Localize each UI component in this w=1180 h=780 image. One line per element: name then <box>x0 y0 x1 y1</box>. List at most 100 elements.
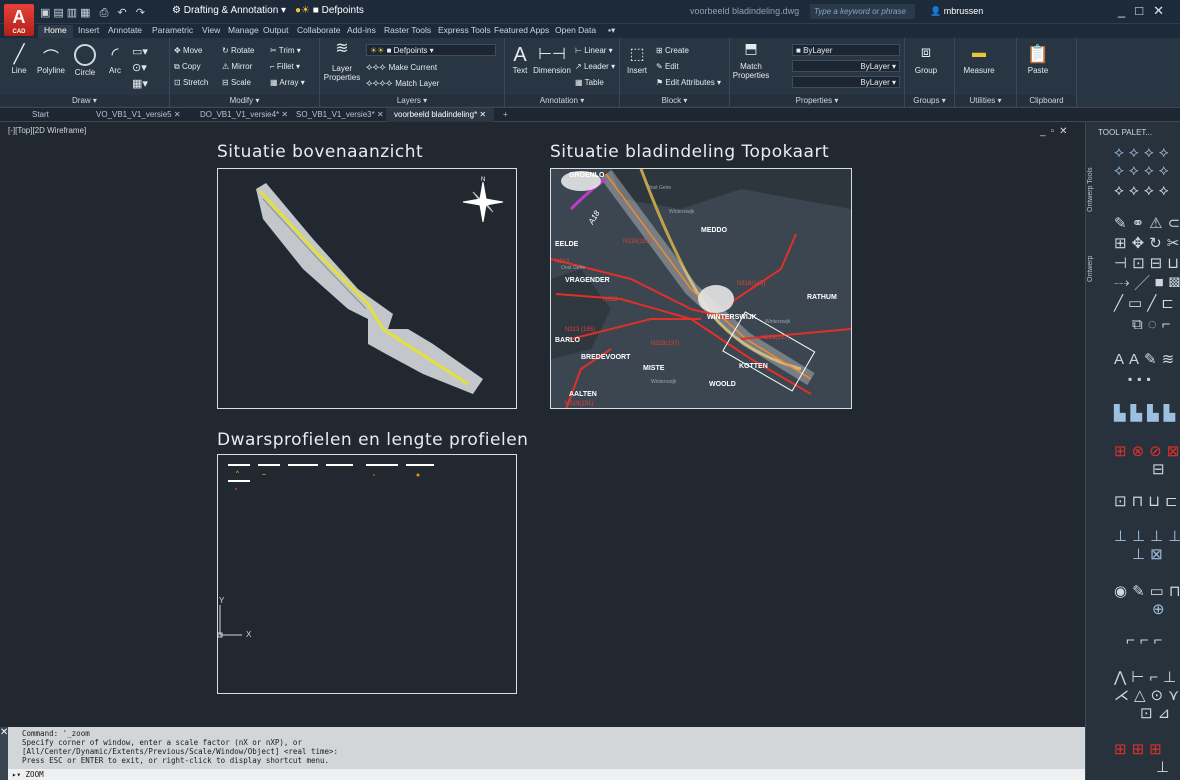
map-town: MEDDO <box>701 227 728 234</box>
palette-row-15[interactable]: ⊥⊠ <box>1132 545 1168 563</box>
trim-button[interactable]: ✂ Trim ▾ <box>270 46 301 55</box>
palette-row-23[interactable]: ⊥ <box>1156 758 1174 776</box>
palette-row-1[interactable]: ⟡⟡⟡⟡ <box>1114 144 1174 161</box>
tab-express-tools[interactable]: Express Tools <box>438 25 491 35</box>
group-button[interactable]: ⧈ Group <box>909 44 943 75</box>
doc-tab-start[interactable]: Start <box>32 110 49 119</box>
create-block-button[interactable]: ⊞ Create <box>656 46 689 55</box>
layer-dropdown[interactable]: ●☀ ■ Defpoints <box>295 5 364 16</box>
leader-button[interactable]: ↗ Leader ▾ <box>575 62 615 71</box>
app-menu-button[interactable]: A CAD <box>4 4 34 36</box>
viewport-label[interactable]: [-][Top][2D Wireframe] <box>8 126 86 135</box>
linear-button[interactable]: ⊢ Linear ▾ <box>575 46 613 55</box>
line-button[interactable]: ╱ Line <box>2 44 36 75</box>
match-layer-button[interactable]: ⟡⟡⟡⟡ Match Layer <box>366 78 439 89</box>
map-municipality: Winterswijk <box>669 209 695 215</box>
workspace-switcher[interactable]: ⚙ Drafting & Annotation ▾ <box>172 5 286 16</box>
tab-featured-apps[interactable]: Featured Apps <box>494 25 549 35</box>
match-properties-button[interactable]: ⬒ Match Properties <box>732 41 770 80</box>
rotate-button[interactable]: ↻ Rotate <box>222 46 255 55</box>
copy-button[interactable]: ⧉ Copy <box>174 62 201 72</box>
edit-attributes-button[interactable]: ⚑ Edit Attributes ▾ <box>656 78 721 87</box>
palette-row-17[interactable]: ⊕ <box>1152 600 1170 618</box>
palette-row-2[interactable]: ⟡⟡⟡⟡ <box>1114 162 1174 179</box>
doc-tab-vo[interactable]: VO_VB1_V1_versie5 ✕ <box>96 110 181 119</box>
layer-tool-icons[interactable]: ⟡⟡⟡ Make Current <box>366 62 437 73</box>
dimension-button[interactable]: ⊢⊣ Dimension <box>533 44 571 75</box>
doc-tab-do[interactable]: DO_VB1_V1_versie4* ✕ <box>200 110 288 119</box>
tab-view[interactable]: View <box>202 25 220 35</box>
palette-row-19[interactable]: ⋀⊢⌐⊥ <box>1114 668 1180 686</box>
new-tab-icon[interactable]: + <box>503 110 508 119</box>
palette-row-9[interactable]: ⧉◌⌐ <box>1132 316 1175 333</box>
doc-tab-so[interactable]: SO_VB1_V1_versie3* ✕ <box>296 110 384 119</box>
lineweight-combo[interactable]: ByLayer ▾ <box>792 76 900 88</box>
palette-row-20[interactable]: ⋌△⊙⋎ <box>1114 686 1180 704</box>
quick-access-icons[interactable]: ▣▤▥▦ ⎙ ↶ ↷ <box>40 6 148 20</box>
palette-row-6[interactable]: ⊣⊡⊟⊔ <box>1114 254 1180 272</box>
draw-more-icons[interactable]: ▭▾ ⊙▾ ▦▾ <box>132 44 148 92</box>
layer-combo[interactable]: ☀☀ ■ Defpoints ▾ <box>366 44 496 56</box>
tab-raster-tools[interactable]: Raster Tools <box>384 25 431 35</box>
palette-row-13[interactable]: ⊡⊓⊔⊏ <box>1114 492 1180 510</box>
palette-row-22[interactable]: ⊞⊞⊞ <box>1114 740 1167 758</box>
drawing-canvas[interactable]: [-][Top][2D Wireframe] _▫✕ Situatie bove… <box>0 122 1085 725</box>
viewport-controls[interactable]: _▫✕ <box>1040 126 1073 137</box>
search-input[interactable]: Type a keyword or phrase <box>810 4 915 19</box>
palette-row-14[interactable]: ⊥⊥⊥⊥ <box>1114 527 1180 545</box>
map-town: WINTERSWIJK <box>707 314 757 321</box>
palette-row-abc[interactable]: ▪▪▪ <box>1128 372 1156 386</box>
command-close-icon[interactable]: ✕ <box>0 727 8 780</box>
palette-row-7[interactable]: ⤏╱■▩ <box>1114 274 1180 291</box>
palette-row-18[interactable]: ⌐⌐⌐ <box>1126 632 1167 649</box>
tab-home[interactable]: Home <box>38 25 73 38</box>
measure-button[interactable]: ▬ Measure <box>959 44 999 75</box>
palette-row-5[interactable]: ⊞✥↻✂ <box>1114 234 1180 252</box>
arc-button[interactable]: ◜ Arc <box>98 44 132 75</box>
tab-output[interactable]: Output <box>263 25 289 35</box>
tab-insert[interactable]: Insert <box>78 25 99 35</box>
paste-button[interactable]: 📋 Paste <box>1021 44 1055 75</box>
edit-block-button[interactable]: ✎ Edit <box>656 62 679 71</box>
tab-parametric[interactable]: Parametric <box>152 25 193 35</box>
palette-row-4[interactable]: ✎⚭⚠⊂ <box>1114 214 1180 232</box>
layer-properties-button[interactable]: ≋ Layer Properties <box>322 41 362 83</box>
palette-row-8[interactable]: ╱▭╱⊏ <box>1114 294 1179 312</box>
palette-row-10[interactable]: ▙▙▙▙ <box>1114 404 1180 422</box>
polyline-button[interactable]: ⌒ Polyline <box>34 44 68 75</box>
insert-button[interactable]: ⬚ Insert <box>622 44 652 75</box>
palette-row-text[interactable]: AA✎≋ <box>1114 350 1179 368</box>
user-account[interactable]: 👤 mbrussen <box>930 6 983 17</box>
color-combo[interactable]: ■ ByLayer <box>792 44 900 56</box>
command-input[interactable]: ▸▾ ZOOM <box>8 769 1085 780</box>
tab-annotate[interactable]: Annotate <box>108 25 142 35</box>
linetype-combo[interactable]: ByLayer ▾ <box>792 60 900 72</box>
palette-row-16[interactable]: ◉✎▭⊓ <box>1114 582 1180 600</box>
frame-profiles: ^ ~ Y X <box>217 454 517 694</box>
array-button[interactable]: ▦ Array ▾ <box>270 78 305 87</box>
tab-overflow-icon[interactable]: ▪▾ <box>608 25 615 36</box>
tool-palette-title: TOOL PALET... <box>1098 128 1153 137</box>
mirror-button[interactable]: ⚠ Mirror <box>222 62 252 71</box>
doc-tab-active[interactable]: voorbeeld bladindeling* ✕ <box>386 108 495 122</box>
fillet-button[interactable]: ⌐ Fillet ▾ <box>270 62 300 71</box>
palette-row-21[interactable]: ⊡⊿ <box>1140 704 1175 722</box>
map-town: EELDE <box>555 241 579 248</box>
tab-manage[interactable]: Manage <box>228 25 259 35</box>
window-controls[interactable]: _□✕ <box>1118 3 1174 19</box>
stretch-button[interactable]: ⊡ Stretch <box>174 78 208 87</box>
quick-access-toolbar: ▣▤▥▦ ⎙ ↶ ↷ ⚙ Drafting & Annotation ▾ ●☀ … <box>0 0 1180 24</box>
table-button[interactable]: ▦ Table <box>575 78 604 87</box>
palette-row-12[interactable]: ⊟ <box>1152 460 1170 478</box>
tab-addins[interactable]: Add-ins <box>347 25 376 35</box>
text-button[interactable]: A Text <box>507 44 533 75</box>
move-button[interactable]: ✥ Move <box>174 46 203 55</box>
palette-tab-ontwerp[interactable]: Ontwerp <box>1087 232 1099 282</box>
palette-row-11[interactable]: ⊞⊗⊘⊠ <box>1114 442 1180 460</box>
circle-button[interactable]: Circle <box>68 44 102 77</box>
palette-tab-ontwerp-tools[interactable]: Ontwerp Tools <box>1087 152 1099 212</box>
tab-collaborate[interactable]: Collaborate <box>297 25 340 35</box>
palette-row-3[interactable]: ⟡⟡⟡⟡ <box>1114 182 1174 199</box>
scale-button[interactable]: ⊟ Scale <box>222 78 251 87</box>
tab-open-data[interactable]: Open Data <box>555 25 596 35</box>
